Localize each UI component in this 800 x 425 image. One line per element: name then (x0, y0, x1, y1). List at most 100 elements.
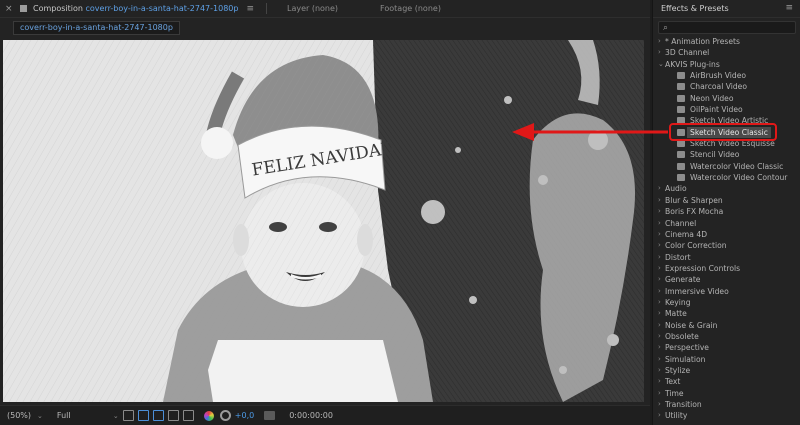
search-icon: ⌕ (663, 23, 669, 33)
effect-category-audio[interactable]: › Audio (653, 183, 800, 194)
chevron-right-icon[interactable]: › (658, 331, 661, 342)
effect-item-airbrush-video[interactable]: AirBrush Video (653, 70, 800, 81)
chevron-right-icon[interactable]: › (658, 286, 661, 297)
chevron-right-icon[interactable]: › (658, 47, 661, 58)
zoom-dropdown[interactable]: (50%) (7, 411, 31, 420)
chevron-right-icon[interactable]: › (658, 218, 661, 229)
resolution-chevron-icon[interactable]: ⌄ (113, 412, 119, 420)
effect-category-akvis-plug-ins[interactable]: ⌄ AKVIS Plug-ins (653, 59, 800, 70)
chevron-down-icon[interactable]: ⌄ (658, 59, 664, 70)
effect-category-time[interactable]: › Time (653, 388, 800, 399)
effect-category-color-correction[interactable]: › Color Correction (653, 240, 800, 251)
chevron-right-icon[interactable]: › (658, 399, 661, 410)
effect-item-charcoal-video[interactable]: Charcoal Video (653, 81, 800, 92)
effect-category-text[interactable]: › Text (653, 376, 800, 387)
effect-icon (677, 140, 685, 148)
effect-category-noise-grain[interactable]: › Noise & Grain (653, 320, 800, 331)
chevron-right-icon[interactable]: › (658, 320, 661, 331)
close-icon[interactable]: × (5, 4, 13, 13)
effect-label: Channel (665, 218, 697, 228)
hamburger-menu-icon[interactable]: ≡ (246, 4, 254, 14)
exposure-reset-icon[interactable] (219, 410, 231, 421)
effect-label: Boris FX Mocha (665, 207, 724, 217)
zoom-dropdown-chevron-icon[interactable]: ⌄ (37, 412, 43, 420)
effect-label: Perspective (665, 343, 709, 353)
effects-search-input[interactable]: ⌕ (658, 21, 796, 34)
hat-pompom (201, 127, 233, 159)
effects-panel-title[interactable]: Effects & Presets (661, 4, 729, 13)
effect-item-oilpaint-video[interactable]: OilPaint Video (653, 104, 800, 115)
effect-label: Immersive Video (665, 286, 729, 296)
tab-footage[interactable]: Footage (none) (380, 4, 441, 13)
exposure-value[interactable]: +0,0 (235, 411, 254, 420)
effect-item-stencil-video[interactable]: Stencil Video (653, 149, 800, 160)
chevron-right-icon[interactable]: › (658, 195, 661, 206)
effect-category-keying[interactable]: › Keying (653, 297, 800, 308)
region-of-interest-icon[interactable] (167, 410, 179, 421)
panel-menu-icon[interactable]: ≡ (785, 4, 793, 13)
chevron-right-icon[interactable]: › (658, 240, 661, 251)
effect-category-boris-fx-mocha[interactable]: › Boris FX Mocha (653, 206, 800, 217)
color-channels-icon[interactable] (203, 410, 214, 421)
effect-category-cinema-4d[interactable]: › Cinema 4D (653, 229, 800, 240)
effect-label: Expression Controls (665, 263, 741, 273)
tab-layer[interactable]: Layer (none) (287, 4, 338, 13)
chevron-right-icon[interactable]: › (658, 274, 661, 285)
snapshot-camera-icon[interactable] (264, 411, 276, 420)
effect-category-distort[interactable]: › Distort (653, 252, 800, 263)
chevron-right-icon[interactable]: › (658, 342, 661, 353)
effect-label: Distort (665, 252, 691, 262)
timecode[interactable]: 0:00:00:00 (289, 411, 333, 420)
chevron-right-icon[interactable]: › (658, 206, 661, 217)
chevron-right-icon[interactable]: › (658, 183, 661, 194)
resolution-dropdown[interactable]: Full (57, 411, 107, 420)
effect-category-simulation[interactable]: › Simulation (653, 354, 800, 365)
grid-guides-icon[interactable] (182, 410, 194, 421)
effect-category-matte[interactable]: › Matte (653, 308, 800, 319)
lock-icon[interactable] (20, 5, 27, 12)
tab-composition[interactable]: Composition coverr-boy-in-a-santa-hat-27… (33, 4, 238, 13)
effect-label: Transition (665, 400, 702, 409)
chevron-right-icon[interactable]: › (658, 388, 661, 399)
chevron-right-icon[interactable]: › (658, 365, 661, 376)
effect-category-expression-controls[interactable]: › Expression Controls (653, 263, 800, 274)
effect-category-blur-sharpen[interactable]: › Blur & Sharpen (653, 195, 800, 206)
effects-list: › * Animation Presets › 3D Channel ⌄ AKVIS Pl… (653, 36, 800, 422)
effect-label: Obsolete (665, 331, 699, 341)
composition-viewer[interactable]: FELIZ NAVIDAD (3, 40, 644, 402)
effect-category-obsolete[interactable]: › Obsolete (653, 331, 800, 342)
chevron-right-icon[interactable]: › (658, 263, 661, 274)
transparency-grid-icon[interactable] (137, 410, 149, 421)
effect-category-perspective[interactable]: › Perspective (653, 342, 800, 353)
effect-category-transition[interactable]: › Transition (653, 399, 800, 410)
chevron-right-icon[interactable]: › (658, 36, 661, 47)
chevron-right-icon[interactable]: › (658, 410, 661, 421)
effect-icon (677, 151, 685, 159)
chevron-right-icon[interactable]: › (658, 308, 661, 319)
effect-item-watercolor-video-contour[interactable]: Watercolor Video Contour (653, 172, 800, 183)
chevron-right-icon[interactable]: › (658, 376, 661, 387)
effect-label: Simulation (665, 354, 706, 364)
chevron-right-icon[interactable]: › (658, 229, 661, 240)
chevron-right-icon[interactable]: › (658, 354, 661, 365)
mask-visibility-icon[interactable] (152, 410, 164, 421)
effect-icon (677, 174, 685, 182)
effect-category-3d-channel[interactable]: › 3D Channel (653, 47, 800, 58)
effect-label: Noise & Grain (665, 320, 718, 330)
ornament (421, 200, 445, 224)
chevron-right-icon[interactable]: › (658, 252, 661, 263)
effect-label: Text (665, 377, 681, 387)
composition-chip[interactable]: coverr-boy-in-a-santa-hat-2747-1080p (13, 21, 180, 35)
fast-previews-icon[interactable] (122, 410, 134, 421)
effect-category-generate[interactable]: › Generate (653, 274, 800, 285)
effect-category-utility[interactable]: › Utility (653, 410, 800, 421)
effect-item-watercolor-video-classic[interactable]: Watercolor Video Classic (653, 161, 800, 172)
effect-category-immersive-video[interactable]: › Immersive Video (653, 286, 800, 297)
effect-category-animation-presets[interactable]: › * Animation Presets (653, 36, 800, 47)
effect-category-stylize[interactable]: › Stylize (653, 365, 800, 376)
tab-composition-name: coverr-boy-in-a-santa-hat-2747-1080p (85, 4, 239, 13)
chevron-right-icon[interactable]: › (658, 297, 661, 308)
effect-category-channel[interactable]: › Channel (653, 218, 800, 229)
effect-item-neon-video[interactable]: Neon Video (653, 93, 800, 104)
effect-label: AirBrush Video (690, 71, 747, 81)
